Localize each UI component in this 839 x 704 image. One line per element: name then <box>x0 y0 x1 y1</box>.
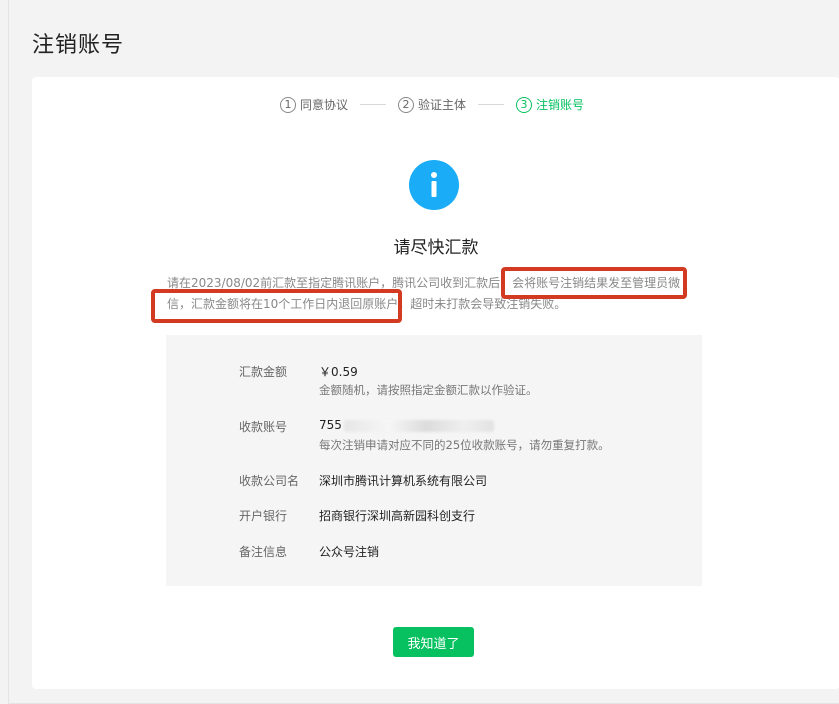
confirm-button[interactable]: 我知道了 <box>393 627 474 657</box>
highlight-box <box>151 289 402 323</box>
step-indicator: 1 同意协议 2 验证主体 3 注销账号 <box>280 96 584 113</box>
step-connector <box>478 104 505 105</box>
step-number: 3 <box>516 96 533 113</box>
step-label: 同意协议 <box>300 98 349 112</box>
detail-note: 每次注销申请对应不同的25位收款账号，请勿重复打款。 <box>319 438 610 452</box>
step-verify: 2 验证主体 <box>398 96 466 113</box>
detail-label: 收款公司名 <box>239 474 300 488</box>
page-title: 注销账号 <box>32 33 125 58</box>
detail-value: ￥0.59 <box>319 365 358 379</box>
detail-value: 深圳市腾讯计算机系统有限公司 <box>319 474 488 488</box>
detail-label: 汇款金额 <box>239 365 288 379</box>
notice-title: 请尽快汇款 <box>393 238 479 258</box>
redacted-account-number <box>343 419 494 432</box>
detail-label: 备注信息 <box>239 545 288 559</box>
detail-value-wrap: 755 <box>319 418 494 432</box>
detail-value: 公众号注销 <box>319 545 380 559</box>
detail-label: 开户银行 <box>239 509 288 523</box>
detail-value: 755 <box>319 418 342 432</box>
detail-note: 金额随机，请按照指定金额汇款以作验证。 <box>319 383 538 397</box>
detail-value: 招商银行深圳高新园科创支行 <box>319 509 476 523</box>
content-card: 1 同意协议 2 验证主体 3 注销账号 请尽快汇款 请在2023/08/02前… <box>32 77 839 689</box>
info-icon <box>409 160 459 210</box>
step-agree: 1 同意协议 <box>280 96 348 113</box>
step-number: 2 <box>398 96 415 113</box>
step-label: 注销账号 <box>536 98 585 112</box>
step-cancel-account: 3 注销账号 <box>516 96 584 113</box>
step-number: 1 <box>280 96 296 113</box>
remittance-details: 汇款金额 ￥0.59 金额随机，请按照指定金额汇款以作验证。 收款账号 755 … <box>166 335 702 586</box>
step-label: 验证主体 <box>418 98 467 112</box>
highlight-box <box>501 267 687 299</box>
detail-label: 收款账号 <box>239 420 288 434</box>
page: 注销账号 1 同意协议 2 验证主体 3 注销账号 请尽快汇款 请在2023/0… <box>8 0 839 704</box>
step-connector <box>360 104 387 105</box>
